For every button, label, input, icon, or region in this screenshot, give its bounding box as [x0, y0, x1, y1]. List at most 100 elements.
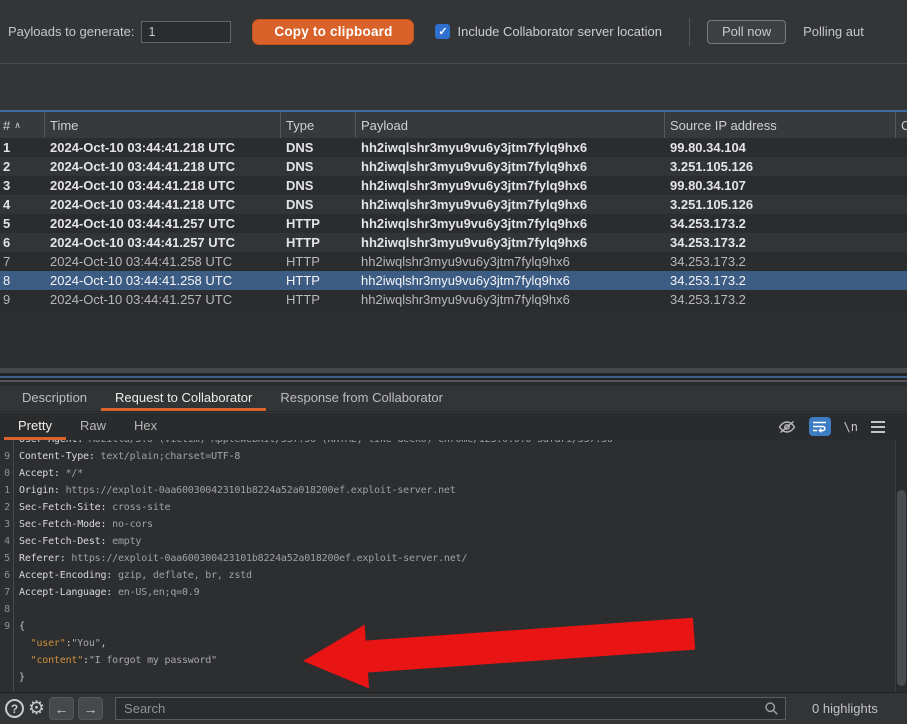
- table-row[interactable]: 72024-Oct-10 03:44:41.258 UTCHTTPhh2iwql…: [0, 252, 907, 271]
- hide-nonprintable-icon[interactable]: [778, 420, 796, 434]
- include-location-label: Include Collaborator server location: [457, 24, 662, 39]
- request-line: 2Sec-Fetch-Site: cross-site: [0, 499, 895, 516]
- request-line: 5Referer: https://exploit-0aa60030042310…: [0, 550, 895, 567]
- cell-time: 2024-Oct-10 03:44:41.257 UTC: [45, 216, 281, 231]
- line-number: 0: [0, 465, 13, 482]
- table-row[interactable]: 52024-Oct-10 03:44:41.257 UTCHTTPhh2iwql…: [0, 214, 907, 233]
- search-statusbar: ? ⚙ ← → 0 highlights: [0, 692, 907, 724]
- table-row[interactable]: 82024-Oct-10 03:44:41.258 UTCHTTPhh2iwql…: [0, 271, 907, 290]
- column-header-number[interactable]: # ∧: [0, 112, 45, 138]
- cell-time: 2024-Oct-10 03:44:41.218 UTC: [45, 159, 281, 174]
- column-header-payload[interactable]: Payload: [356, 112, 665, 138]
- toolbar-separator: [689, 18, 690, 46]
- cell-time: 2024-Oct-10 03:44:41.258 UTC: [45, 254, 281, 269]
- panel-splitter[interactable]: [0, 364, 907, 386]
- payloads-label: Payloads to generate:: [8, 24, 134, 39]
- collab-table-body: 12024-Oct-10 03:44:41.218 UTCDNShh2iwqls…: [0, 138, 907, 364]
- subtab-hex[interactable]: Hex: [120, 413, 171, 440]
- line-number: 9: [0, 618, 13, 635]
- table-row[interactable]: 32024-Oct-10 03:44:41.218 UTCDNShh2iwqls…: [0, 176, 907, 195]
- cell-type: HTTP: [281, 273, 356, 288]
- editor-icon-group: \n: [778, 413, 907, 440]
- detail-tabbar: Description Request to Collaborator Resp…: [0, 386, 907, 412]
- cell-ip: 3.251.105.126: [665, 159, 896, 174]
- table-row[interactable]: 22024-Oct-10 03:44:41.218 UTCDNShh2iwqls…: [0, 157, 907, 176]
- column-header-time[interactable]: Time: [45, 112, 281, 138]
- word-wrap-icon[interactable]: [809, 417, 831, 436]
- editor-scrollbar-track[interactable]: [895, 440, 907, 692]
- request-line: 8: [0, 601, 895, 618]
- cell-type: DNS: [281, 178, 356, 193]
- table-row[interactable]: 92024-Oct-10 03:44:41.257 UTCHTTPhh2iwql…: [0, 290, 907, 309]
- request-line: 9Content-Type: text/plain;charset=UTF-8: [0, 448, 895, 465]
- gear-icon[interactable]: ⚙: [28, 699, 45, 718]
- cell-num: 8: [0, 273, 45, 288]
- cell-ip: 3.251.105.126: [665, 197, 896, 212]
- highlights-count: 0 highlights: [812, 701, 878, 716]
- line-number: [0, 440, 13, 448]
- search-icon: [764, 701, 779, 721]
- cell-time: 2024-Oct-10 03:44:41.218 UTC: [45, 178, 281, 193]
- request-line: 7Accept-Language: en-US,en;q=0.9: [0, 584, 895, 601]
- line-number: 4: [0, 533, 13, 550]
- cell-payload: hh2iwqlshr3myu9vu6y3jtm7fylq9hx6: [356, 197, 665, 212]
- cell-payload: hh2iwqlshr3myu9vu6y3jtm7fylq9hx6: [356, 292, 665, 307]
- request-line: 1Origin: https://exploit-0aa600300423101…: [0, 482, 895, 499]
- tab-request-to-collaborator[interactable]: Request to Collaborator: [101, 386, 266, 411]
- cell-time: 2024-Oct-10 03:44:41.218 UTC: [45, 140, 281, 155]
- sort-ascending-icon: ∧: [14, 120, 21, 131]
- cell-payload: hh2iwqlshr3myu9vu6y3jtm7fylq9hx6: [356, 273, 665, 288]
- request-line: "user":"You",: [0, 635, 895, 652]
- table-row[interactable]: 12024-Oct-10 03:44:41.218 UTCDNShh2iwqls…: [0, 138, 907, 157]
- line-number: 6: [0, 567, 13, 584]
- table-row[interactable]: 62024-Oct-10 03:44:41.257 UTCHTTPhh2iwql…: [0, 233, 907, 252]
- collaborator-window: Payloads to generate: Copy to clipboard …: [0, 0, 907, 724]
- request-line: 6Accept-Encoding: gzip, deflate, br, zst…: [0, 567, 895, 584]
- request-line: "content":"I forgot my password": [0, 652, 895, 669]
- payloads-count-input[interactable]: [141, 21, 231, 43]
- column-header-type[interactable]: Type: [281, 112, 356, 138]
- cell-type: DNS: [281, 197, 356, 212]
- line-number: [0, 652, 13, 669]
- search-input[interactable]: [116, 701, 785, 716]
- editor-scrollbar-thumb[interactable]: [897, 490, 906, 686]
- subtab-raw[interactable]: Raw: [66, 413, 120, 440]
- cell-num: 6: [0, 235, 45, 250]
- include-location-checkbox-group[interactable]: ✓ Include Collaborator server location: [435, 24, 662, 39]
- tab-description[interactable]: Description: [8, 386, 101, 411]
- cell-num: 3: [0, 178, 45, 193]
- table-row[interactable]: 42024-Oct-10 03:44:41.218 UTCDNShh2iwqls…: [0, 195, 907, 214]
- cell-time: 2024-Oct-10 03:44:41.258 UTC: [45, 273, 281, 288]
- line-number: 5: [0, 550, 13, 567]
- search-box: [115, 697, 786, 720]
- line-number: [0, 669, 13, 686]
- polling-status-text: Polling aut: [803, 24, 864, 39]
- cell-num: 7: [0, 254, 45, 269]
- cell-num: 4: [0, 197, 45, 212]
- line-number: 2: [0, 499, 13, 516]
- request-line: 9{: [0, 618, 895, 635]
- column-header-source-ip[interactable]: Source IP address: [665, 112, 896, 138]
- help-icon[interactable]: ?: [5, 699, 24, 718]
- cell-ip: 34.253.173.2: [665, 254, 896, 269]
- editor-menu-icon[interactable]: [871, 421, 885, 433]
- cell-ip: 99.80.34.104: [665, 140, 896, 155]
- search-next-button[interactable]: →: [78, 697, 103, 720]
- request-lines[interactable]: User-Agent: Mozilla/5.0 (Victim) AppleWe…: [0, 440, 895, 692]
- checkbox-checked-icon[interactable]: ✓: [435, 24, 450, 39]
- show-newlines-icon[interactable]: \n: [844, 420, 858, 434]
- cell-type: DNS: [281, 159, 356, 174]
- line-number: 9: [0, 448, 13, 465]
- editor-subtabbar: Pretty Raw Hex \n: [0, 413, 907, 440]
- subtab-pretty[interactable]: Pretty: [4, 413, 66, 440]
- cell-payload: hh2iwqlshr3myu9vu6y3jtm7fylq9hx6: [356, 178, 665, 193]
- tab-response-from-collaborator[interactable]: Response from Collaborator: [266, 386, 457, 411]
- cell-type: HTTP: [281, 254, 356, 269]
- column-number-label: #: [3, 118, 10, 133]
- column-header-comment[interactable]: C: [896, 112, 907, 138]
- copy-to-clipboard-button[interactable]: Copy to clipboard: [252, 19, 414, 45]
- gutter-divider: [13, 440, 14, 692]
- request-line: 4Sec-Fetch-Dest: empty: [0, 533, 895, 550]
- poll-now-button[interactable]: Poll now: [707, 20, 786, 44]
- search-prev-button[interactable]: ←: [49, 697, 74, 720]
